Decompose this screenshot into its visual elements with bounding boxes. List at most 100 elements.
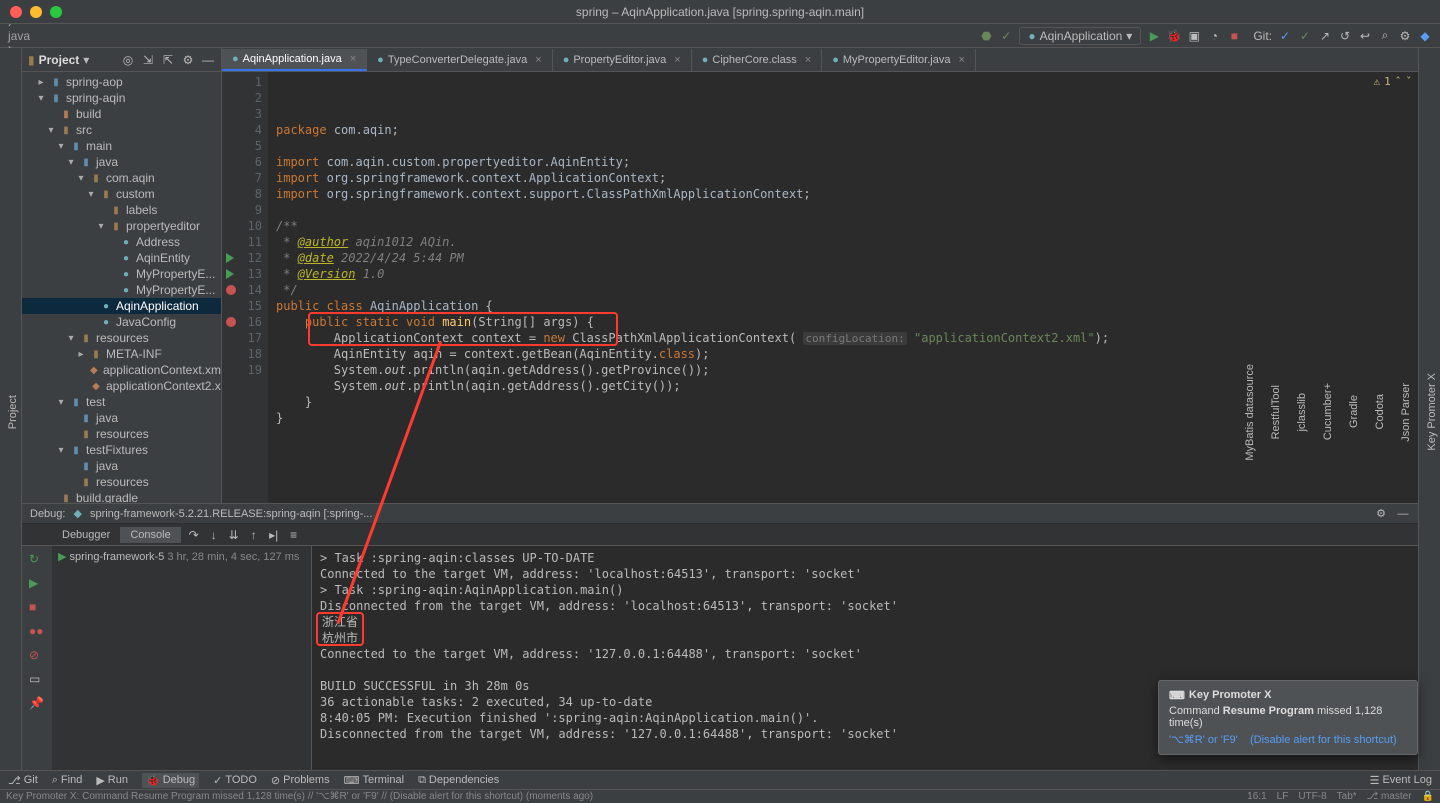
warn-icon: ⚠ xyxy=(1374,74,1381,90)
rerun-icon[interactable]: ↻ xyxy=(29,552,45,568)
editor: ●AqinApplication.java×●TypeConverterDele… xyxy=(222,48,1418,503)
tool-problems[interactable]: ⊘ Problems xyxy=(271,774,330,787)
gear-icon[interactable]: ⚙ xyxy=(1374,507,1388,521)
avatar-icon[interactable]: ◆ xyxy=(1418,29,1432,43)
tool-todo[interactable]: ✓ TODO xyxy=(213,774,257,787)
code-area[interactable]: 12345678910111213141516171819 ⚠ 1 ˆ ˇ pa… xyxy=(222,72,1418,503)
step-over-icon[interactable]: ↷ xyxy=(187,528,201,542)
step-into-icon[interactable]: ↓ xyxy=(207,528,221,542)
stop-icon[interactable]: ■ xyxy=(29,600,45,616)
hammer-icon[interactable]: ✓ xyxy=(999,29,1013,43)
coverage-icon[interactable]: ▣ xyxy=(1187,29,1201,43)
bottom-tool-strip: ⎇ Git ⌕ Find ▶ Run 🐞 Debug ✓ TODO ⊘ Prob… xyxy=(0,770,1440,789)
project-tree[interactable]: ▸▮spring-aop▾▮spring-aqin▮build▾▮src▾▮ma… xyxy=(22,72,221,503)
caret-pos[interactable]: 16:1 xyxy=(1247,791,1266,802)
hide-icon[interactable]: — xyxy=(1396,507,1410,521)
tool-tab-cucumber[interactable]: Cucumber+ xyxy=(1320,379,1336,444)
profile-icon[interactable]: ◔ xyxy=(1207,29,1221,43)
run-config-selector[interactable]: ● AqinApplication ▾ xyxy=(1019,27,1141,45)
tool-tab-keypromoter[interactable]: Key Promoter X xyxy=(1424,369,1440,455)
pin-icon[interactable]: 📌 xyxy=(29,696,45,712)
layout-icon[interactable]: ▭ xyxy=(29,672,45,688)
tool-tab-gradle[interactable]: Gradle xyxy=(1346,391,1362,432)
frame-time: 3 hr, 28 min, 4 sec, 127 ms xyxy=(167,551,299,563)
run-to-cursor-icon[interactable]: ▸| xyxy=(267,528,281,542)
vcs-update-icon[interactable]: ✓ xyxy=(1278,29,1292,43)
tool-tab-restful[interactable]: RestfulTool xyxy=(1268,381,1284,443)
debug-action-bar: ↻ ▶ ■ ●● ⊘ ▭ 📌 xyxy=(22,546,52,770)
tool-tab-codota[interactable]: Codota xyxy=(1372,390,1388,433)
search-icon[interactable]: ⌕ xyxy=(1378,29,1392,43)
evaluate-icon[interactable]: ≡ xyxy=(287,528,301,542)
line-sep[interactable]: LF xyxy=(1277,791,1289,802)
settings-icon[interactable]: ⚙ xyxy=(1398,29,1412,43)
resume-icon[interactable]: ▶ xyxy=(29,576,45,592)
tool-debug[interactable]: 🐞 Debug xyxy=(142,773,199,788)
git-label: Git: xyxy=(1253,29,1272,43)
chevron-down-icon[interactable]: ▾ xyxy=(83,53,89,67)
select-opened-icon[interactable]: ◎ xyxy=(121,53,135,67)
window-controls[interactable] xyxy=(10,6,62,18)
minimize-icon[interactable] xyxy=(30,6,42,18)
warn-count: 1 xyxy=(1384,74,1391,90)
gutter[interactable]: 12345678910111213141516171819 xyxy=(222,72,268,503)
tool-tab-jsonparser[interactable]: Json Parser xyxy=(1398,379,1414,446)
tool-tab-jclasslib[interactable]: jclasslib xyxy=(1294,389,1310,436)
prev-icon[interactable]: ˆ xyxy=(1395,74,1402,90)
title-bar: spring – AqinApplication.java [spring.sp… xyxy=(0,0,1440,24)
notification-balloon[interactable]: ⌨Key Promoter X Command Resume Program m… xyxy=(1158,680,1418,755)
frame-label: spring-framework-5 xyxy=(70,551,165,563)
run-icon[interactable]: ▶ xyxy=(1147,29,1161,43)
tool-terminal[interactable]: ⌨ Terminal xyxy=(344,774,404,787)
indent[interactable]: Tab* xyxy=(1337,791,1357,802)
step-out-icon[interactable]: ↑ xyxy=(247,528,261,542)
debug-icon[interactable]: 🐞 xyxy=(1167,29,1181,43)
hide-icon[interactable]: — xyxy=(201,53,215,67)
gear-icon[interactable]: ⚙ xyxy=(181,53,195,67)
tool-run[interactable]: ▶ Run xyxy=(96,774,128,787)
project-header: ▮ Project ▾ ◎ ⇲ ⇱ ⚙ — xyxy=(22,48,221,72)
run-config-label: AqinApplication xyxy=(1040,29,1123,43)
encoding[interactable]: UTF-8 xyxy=(1298,791,1326,802)
navigation-bar: spring-framework-5.2.21.RELEASE〉spring-a… xyxy=(0,24,1440,48)
status-message: Key Promoter X: Command Resume Program m… xyxy=(6,791,593,802)
build-icon[interactable]: ⬣ xyxy=(979,29,993,43)
editor-tabs[interactable]: ●AqinApplication.java×●TypeConverterDele… xyxy=(222,48,1418,72)
notif-disable[interactable]: (Disable alert for this shortcut) xyxy=(1250,734,1397,746)
run-icon: ▶ xyxy=(58,551,70,563)
notif-shortcut[interactable]: '⌥⌘R' or 'F9' xyxy=(1169,734,1238,746)
gradle-icon: ◆ xyxy=(73,507,81,520)
tool-tab-project[interactable]: Project xyxy=(5,391,21,433)
tool-tab-mybatis[interactable]: MyBatis datasource xyxy=(1242,360,1258,465)
next-icon[interactable]: ˇ xyxy=(1405,74,1412,90)
tool-dependencies[interactable]: ⧉ Dependencies xyxy=(418,774,499,787)
close-icon[interactable] xyxy=(10,6,22,18)
notif-body: Command Resume Program missed 1,128 time… xyxy=(1169,705,1407,729)
vcs-rollback-icon[interactable]: ↩ xyxy=(1358,29,1372,43)
keyboard-icon: ⌨ xyxy=(1169,689,1185,702)
tab-console[interactable]: Console xyxy=(120,527,180,543)
tool-eventlog[interactable]: ☰ Event Log xyxy=(1370,774,1432,787)
force-step-icon[interactable]: ⇊ xyxy=(227,528,241,542)
tab-debugger[interactable]: Debugger xyxy=(52,527,120,543)
collapse-all-icon[interactable]: ⇱ xyxy=(161,53,175,67)
tool-find[interactable]: ⌕ Find xyxy=(52,774,83,787)
chevron-down-icon: ▾ xyxy=(1126,29,1132,43)
view-bp-icon[interactable]: ●● xyxy=(29,624,45,640)
debug-tabs: Debugger Console ↷ ↓ ⇊ ↑ ▸| ≡ xyxy=(22,524,1418,546)
lock-icon[interactable]: 🔒 xyxy=(1422,791,1434,802)
git-branch[interactable]: ⎇ master xyxy=(1367,791,1412,802)
debug-label: Debug: xyxy=(30,508,65,520)
vcs-push-icon[interactable]: ↗ xyxy=(1318,29,1332,43)
vcs-commit-icon[interactable]: ✓ xyxy=(1298,29,1312,43)
inspection-widget[interactable]: ⚠ 1 ˆ ˇ xyxy=(1374,74,1413,90)
mute-bp-icon[interactable]: ⊘ xyxy=(29,648,45,664)
main-toolbar: ⬣ ✓ ● AqinApplication ▾ ▶ 🐞 ▣ ◔ ■ Git: ✓… xyxy=(979,27,1432,45)
zoom-icon[interactable] xyxy=(50,6,62,18)
vcs-history-icon[interactable]: ↺ xyxy=(1338,29,1352,43)
tool-git[interactable]: ⎇ Git xyxy=(8,774,38,787)
stop-icon[interactable]: ■ xyxy=(1227,29,1241,43)
expand-all-icon[interactable]: ⇲ xyxy=(141,53,155,67)
debug-config[interactable]: spring-framework-5.2.21.RELEASE:spring-a… xyxy=(90,508,372,520)
frames-panel[interactable]: ▶ spring-framework-5 3 hr, 28 min, 4 sec… xyxy=(52,546,312,770)
